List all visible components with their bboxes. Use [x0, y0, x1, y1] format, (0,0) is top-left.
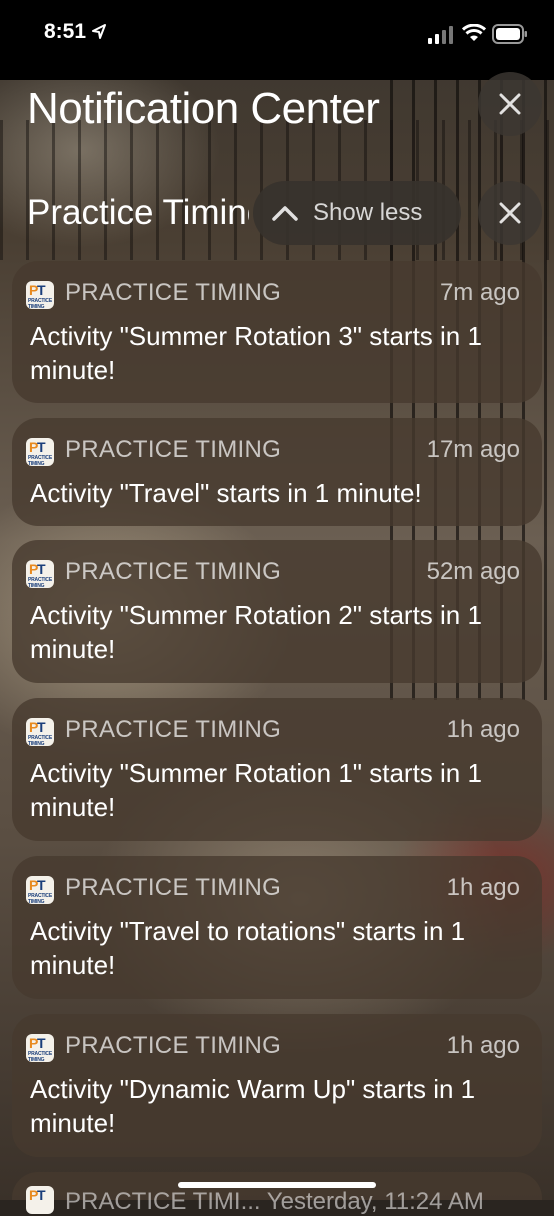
notification-card[interactable]: P T PRACTICE TIMING PRACTICE TIMING 1h ago…: [12, 698, 542, 841]
show-less-label: Show less: [313, 199, 423, 226]
status-bar: 8:51: [0, 0, 554, 80]
clear-all-button[interactable]: [478, 72, 542, 136]
notification-time: 17m ago: [426, 436, 520, 463]
practice-timing-app-icon: P T PRACTICE TIMING: [26, 281, 54, 309]
home-indicator[interactable]: [178, 1182, 376, 1188]
notification-message: Activity "Summer Rotation 3" starts in 1…: [30, 321, 482, 385]
notification-card[interactable]: P T PRACTICE TIMING PRACTICE TIMING 1h ago…: [12, 1014, 542, 1157]
notification-time: 1h ago: [446, 1032, 520, 1059]
notification-card[interactable]: P T PRACTICE TIMING PRACTICE TIMING 52m ag…: [12, 540, 542, 683]
notification-app-name: PRACTICE TIMING: [65, 279, 282, 306]
notification-app-name: PRACTICE TIMING: [65, 558, 282, 585]
notification-time: 7m ago: [439, 279, 520, 306]
notification-app-name: PRACTICE TIMING: [65, 716, 282, 743]
practice-timing-app-icon: PT: [26, 1186, 54, 1214]
notification-message: Activity "Dynamic Warm Up" starts in 1 m…: [30, 1074, 476, 1138]
group-title: Practice Timing: [27, 193, 249, 232]
status-time: 8:51: [44, 20, 87, 43]
notification-time: 1h ago: [446, 874, 520, 901]
practice-timing-app-icon: P T PRACTICE TIMING: [26, 438, 54, 466]
practice-timing-app-icon: P T PRACTICE TIMING: [26, 1034, 54, 1062]
battery-icon: [492, 24, 527, 44]
notification-app-name: PRACTICE TIMING: [65, 1032, 282, 1059]
close-icon: [499, 202, 521, 224]
wifi-icon: [462, 24, 486, 41]
notification-card[interactable]: P T PRACTICE TIMING PRACTICE TIMING 7m ago…: [12, 261, 542, 403]
notification-card[interactable]: P T PRACTICE TIMING PRACTICE TIMING 1h ago…: [12, 856, 542, 999]
practice-timing-app-icon: P T PRACTICE TIMING: [26, 876, 54, 904]
cellular-signal-icon: [428, 26, 453, 44]
show-less-button[interactable]: Show less: [253, 181, 461, 245]
practice-timing-app-icon: P T PRACTICE TIMING: [26, 560, 54, 588]
close-icon: [499, 93, 521, 115]
notification-app-name: PRACTICE TIMING: [65, 436, 282, 463]
notification-message: Activity "Summer Rotation 2" starts in 1…: [30, 600, 482, 664]
notification-time: 1h ago: [446, 716, 520, 743]
clear-group-button[interactable]: [478, 181, 542, 245]
notification-time: 52m ago: [426, 558, 520, 585]
notification-center-title: Notification Center: [27, 84, 380, 133]
practice-timing-app-icon: P T PRACTICE TIMING: [26, 718, 54, 746]
chevron-up-icon: [272, 206, 298, 221]
notification-peek-text: PRACTICE TIMI... Yesterday, 11:24 AM: [65, 1188, 484, 1215]
notification-message: Activity "Travel" starts in 1 minute!: [30, 478, 422, 508]
notification-card[interactable]: P T PRACTICE TIMING PRACTICE TIMING 17m ag…: [12, 418, 542, 526]
notification-app-name: PRACTICE TIMING: [65, 874, 282, 901]
location-arrow-icon: [92, 24, 106, 39]
notification-message: Activity "Summer Rotation 1" starts in 1…: [30, 758, 482, 822]
notification-message: Activity "Travel to rotations" starts in…: [30, 916, 466, 980]
